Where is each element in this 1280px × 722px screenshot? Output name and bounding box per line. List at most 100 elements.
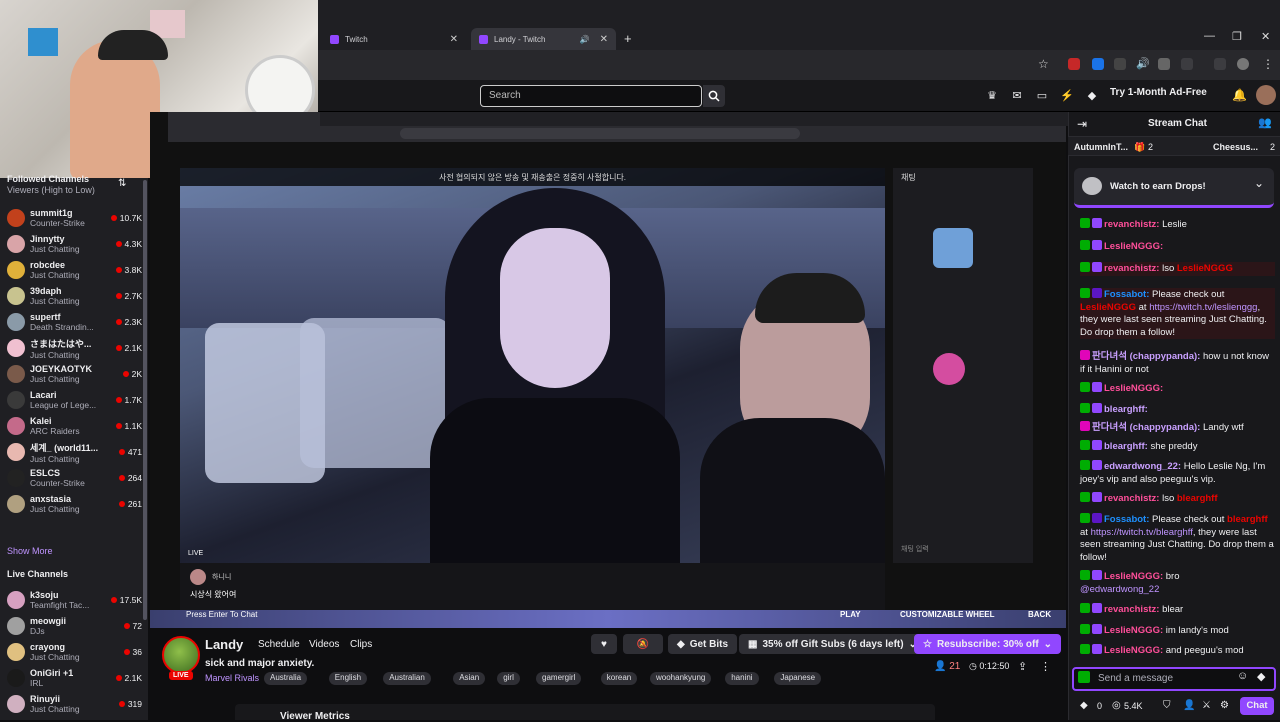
maximize-icon[interactable]: ❐ xyxy=(1232,30,1242,43)
chat-mention[interactable]: LeslieNGGG xyxy=(1080,302,1136,313)
chat-message[interactable]: revanchistz: blear xyxy=(1080,603,1275,617)
chat-username[interactable]: revanchistz: xyxy=(1104,263,1159,274)
profile-icon[interactable] xyxy=(1237,58,1249,70)
chat-username[interactable]: LeslieNGGG: xyxy=(1104,645,1163,656)
chat-message[interactable]: LeslieNGGG: xyxy=(1080,382,1275,396)
stream-tag[interactable]: hanini xyxy=(725,672,759,685)
resubscribe-button[interactable]: ☆ Resubscribe: 30% off ⌄ xyxy=(914,634,1062,654)
channel-avatar[interactable] xyxy=(162,636,200,674)
stream-tag[interactable]: Asian xyxy=(453,672,486,685)
stream-tag[interactable]: korean xyxy=(600,672,638,685)
sidebar-channel[interactable]: 세계_ (world11... Just Chatting 471 xyxy=(7,439,142,465)
chat-username[interactable]: blearghff: xyxy=(1104,404,1148,415)
drops-banner[interactable]: Watch to earn Drops! ⌄ xyxy=(1074,168,1274,208)
chat-username[interactable]: revanchistz: xyxy=(1104,493,1159,504)
chat-message[interactable]: 판다녀석 (chappypanda): how u not know if it… xyxy=(1080,350,1275,376)
notifications-icon[interactable]: 🔔 xyxy=(1232,88,1247,102)
chat-message[interactable]: Fossabot: Please check out LeslieNGGG at… xyxy=(1080,288,1275,339)
sidebar-channel[interactable]: Kalei ARC Raiders 1.1K xyxy=(7,413,142,439)
sidebar-channel[interactable]: robcdee Just Chatting 3.8K xyxy=(7,257,142,283)
sidebar-channel[interactable]: OniGiri +1 IRL 2.1K xyxy=(7,665,142,691)
ad-free-button[interactable]: Try 1-Month Ad-Free xyxy=(1110,87,1207,98)
sidebar-channel[interactable]: JOEYKAOTYK Just Chatting 2K xyxy=(7,361,142,387)
sidebar-channel[interactable]: summit1g Counter-Strike 10.7K xyxy=(7,205,142,231)
channel-points-icon[interactable]: ◎ xyxy=(1112,700,1121,711)
sidebar-channel[interactable]: k3soju Teamfight Tac... 17.5K xyxy=(7,587,142,613)
close-tab-icon[interactable]: ✕ xyxy=(600,34,608,45)
follow-button[interactable]: ♥ xyxy=(591,634,617,654)
users-icon[interactable]: 👥 xyxy=(1258,116,1272,129)
sidebar-channel[interactable]: Rinuyii Just Chatting 319 xyxy=(7,691,142,717)
channel-name[interactable]: Landy xyxy=(205,637,243,652)
sidebar-channel[interactable]: supertf Death Strandin... 2.3K xyxy=(7,309,142,335)
clips-link[interactable]: Clips xyxy=(350,639,372,650)
extension-icon[interactable] xyxy=(1114,58,1126,70)
users-icon[interactable]: 👤 xyxy=(1183,700,1195,711)
chat-username[interactable]: revanchistz: xyxy=(1104,604,1159,615)
media-icon[interactable] xyxy=(1214,58,1226,70)
chevron-down-icon[interactable]: ⌄ xyxy=(1254,176,1264,190)
stream-tag[interactable]: English xyxy=(328,672,368,685)
chat-message[interactable]: LeslieNGGG: and peeguu's mod xyxy=(1080,644,1275,658)
chat-message[interactable]: blearghff: she preddy xyxy=(1080,440,1275,454)
hype-leaderboard[interactable]: AutumnInT... 🎁 2 Cheesus... 2 xyxy=(1068,136,1280,156)
videos-link[interactable]: Videos xyxy=(309,639,339,650)
collapse-chat-icon[interactable]: ⇥ xyxy=(1077,117,1087,131)
gift-subs-button[interactable]: ▦ 35% off Gift Subs (6 days left) ⌄ xyxy=(739,634,926,654)
avatar[interactable] xyxy=(1256,85,1276,105)
schedule-link[interactable]: Schedule xyxy=(258,639,300,650)
search-button[interactable] xyxy=(703,85,725,107)
tab-twitch[interactable]: Twitch ✕ xyxy=(322,28,466,50)
inbox-icon[interactable]: ✉ xyxy=(1010,89,1024,103)
extension-icon[interactable] xyxy=(1068,58,1080,70)
chat-link[interactable]: https://twitch.tv/leslienggg xyxy=(1149,302,1257,313)
chat-link[interactable]: https://twitch.tv/blearghff xyxy=(1091,527,1193,538)
sort-icon[interactable]: ⇅ xyxy=(118,178,126,189)
get-bits-button[interactable]: ◆ Get Bits xyxy=(668,634,738,654)
speaker-icon[interactable]: 🔊 xyxy=(1136,57,1150,70)
chat-mention[interactable]: blearghff xyxy=(1177,493,1218,504)
extension-icon[interactable] xyxy=(1158,58,1170,70)
chat-username[interactable]: Fossabot: xyxy=(1104,289,1149,300)
chat-send-button[interactable]: Chat xyxy=(1240,697,1274,715)
stream-tag[interactable]: Australia xyxy=(264,672,308,685)
sidebar-channel[interactable]: meowgii DJs 72 xyxy=(7,613,142,639)
sword-icon[interactable]: ⚔ xyxy=(1202,700,1211,711)
sidebar-channel[interactable]: 39daph Just Chatting 2.7K xyxy=(7,283,142,309)
game-link[interactable]: Marvel Rivals xyxy=(205,673,259,683)
hype-icon[interactable]: ◆ xyxy=(1080,700,1088,711)
chat-username[interactable]: LeslieNGGG: xyxy=(1104,241,1163,252)
chat-username[interactable]: LeslieNGGG: xyxy=(1104,625,1163,636)
search-input[interactable]: Search xyxy=(480,85,702,107)
tab-landy[interactable]: Landy - Twitch 🔊 ✕ xyxy=(471,28,616,50)
chat-username[interactable]: edwardwong_22: xyxy=(1104,461,1181,472)
chat-message[interactable]: revanchistz: Leslie xyxy=(1080,218,1275,232)
new-tab-icon[interactable]: + xyxy=(624,31,632,46)
chat-username[interactable]: 판다녀석 (chappypanda): xyxy=(1092,351,1200,362)
bits-icon[interactable]: ◆ xyxy=(1085,89,1099,103)
puzzle-icon[interactable] xyxy=(1181,58,1193,70)
close-window-icon[interactable]: ✕ xyxy=(1261,30,1270,43)
sidebar-channel[interactable]: crayong Just Chatting 36 xyxy=(7,639,142,665)
chat-message[interactable]: blearghff: xyxy=(1080,403,1275,417)
chat-message[interactable]: revanchistz: lso LeslieNGGG xyxy=(1080,262,1275,276)
chat-mention[interactable]: @edwardwong_22 xyxy=(1080,584,1159,595)
close-tab-icon[interactable]: ✕ xyxy=(450,34,458,45)
extension-icon[interactable] xyxy=(1092,58,1104,70)
star-icon[interactable]: ☆ xyxy=(1038,57,1049,71)
show-more-link[interactable]: Show More xyxy=(7,546,53,556)
whispers-icon[interactable]: ▭ xyxy=(1035,89,1049,103)
sidebar-channel[interactable]: さまはたはや... Just Chatting 2.1K xyxy=(7,335,142,361)
stream-tag[interactable]: gamergirl xyxy=(536,672,582,685)
drops-icon[interactable]: ⚡ xyxy=(1060,89,1074,103)
chat-message[interactable]: revanchistz: lso blearghff xyxy=(1080,492,1275,506)
sidebar-channel[interactable]: anxstasia Just Chatting 261 xyxy=(7,491,142,517)
stream-tag[interactable]: Australian xyxy=(383,672,431,685)
sort-label[interactable]: Viewers (High to Low) xyxy=(7,185,95,195)
chat-message[interactable]: edwardwong_22: Hello Leslie Ng, I'm joey… xyxy=(1080,460,1275,486)
notification-button[interactable]: 🔕 xyxy=(623,634,663,654)
chat-message[interactable]: Fossabot: Please check out blearghff at … xyxy=(1080,513,1275,564)
more-menu-icon[interactable]: ⋮ xyxy=(1262,57,1274,71)
gear-icon[interactable]: ⚙ xyxy=(1220,700,1229,711)
shield-icon[interactable]: ⛉ xyxy=(1163,700,1171,711)
